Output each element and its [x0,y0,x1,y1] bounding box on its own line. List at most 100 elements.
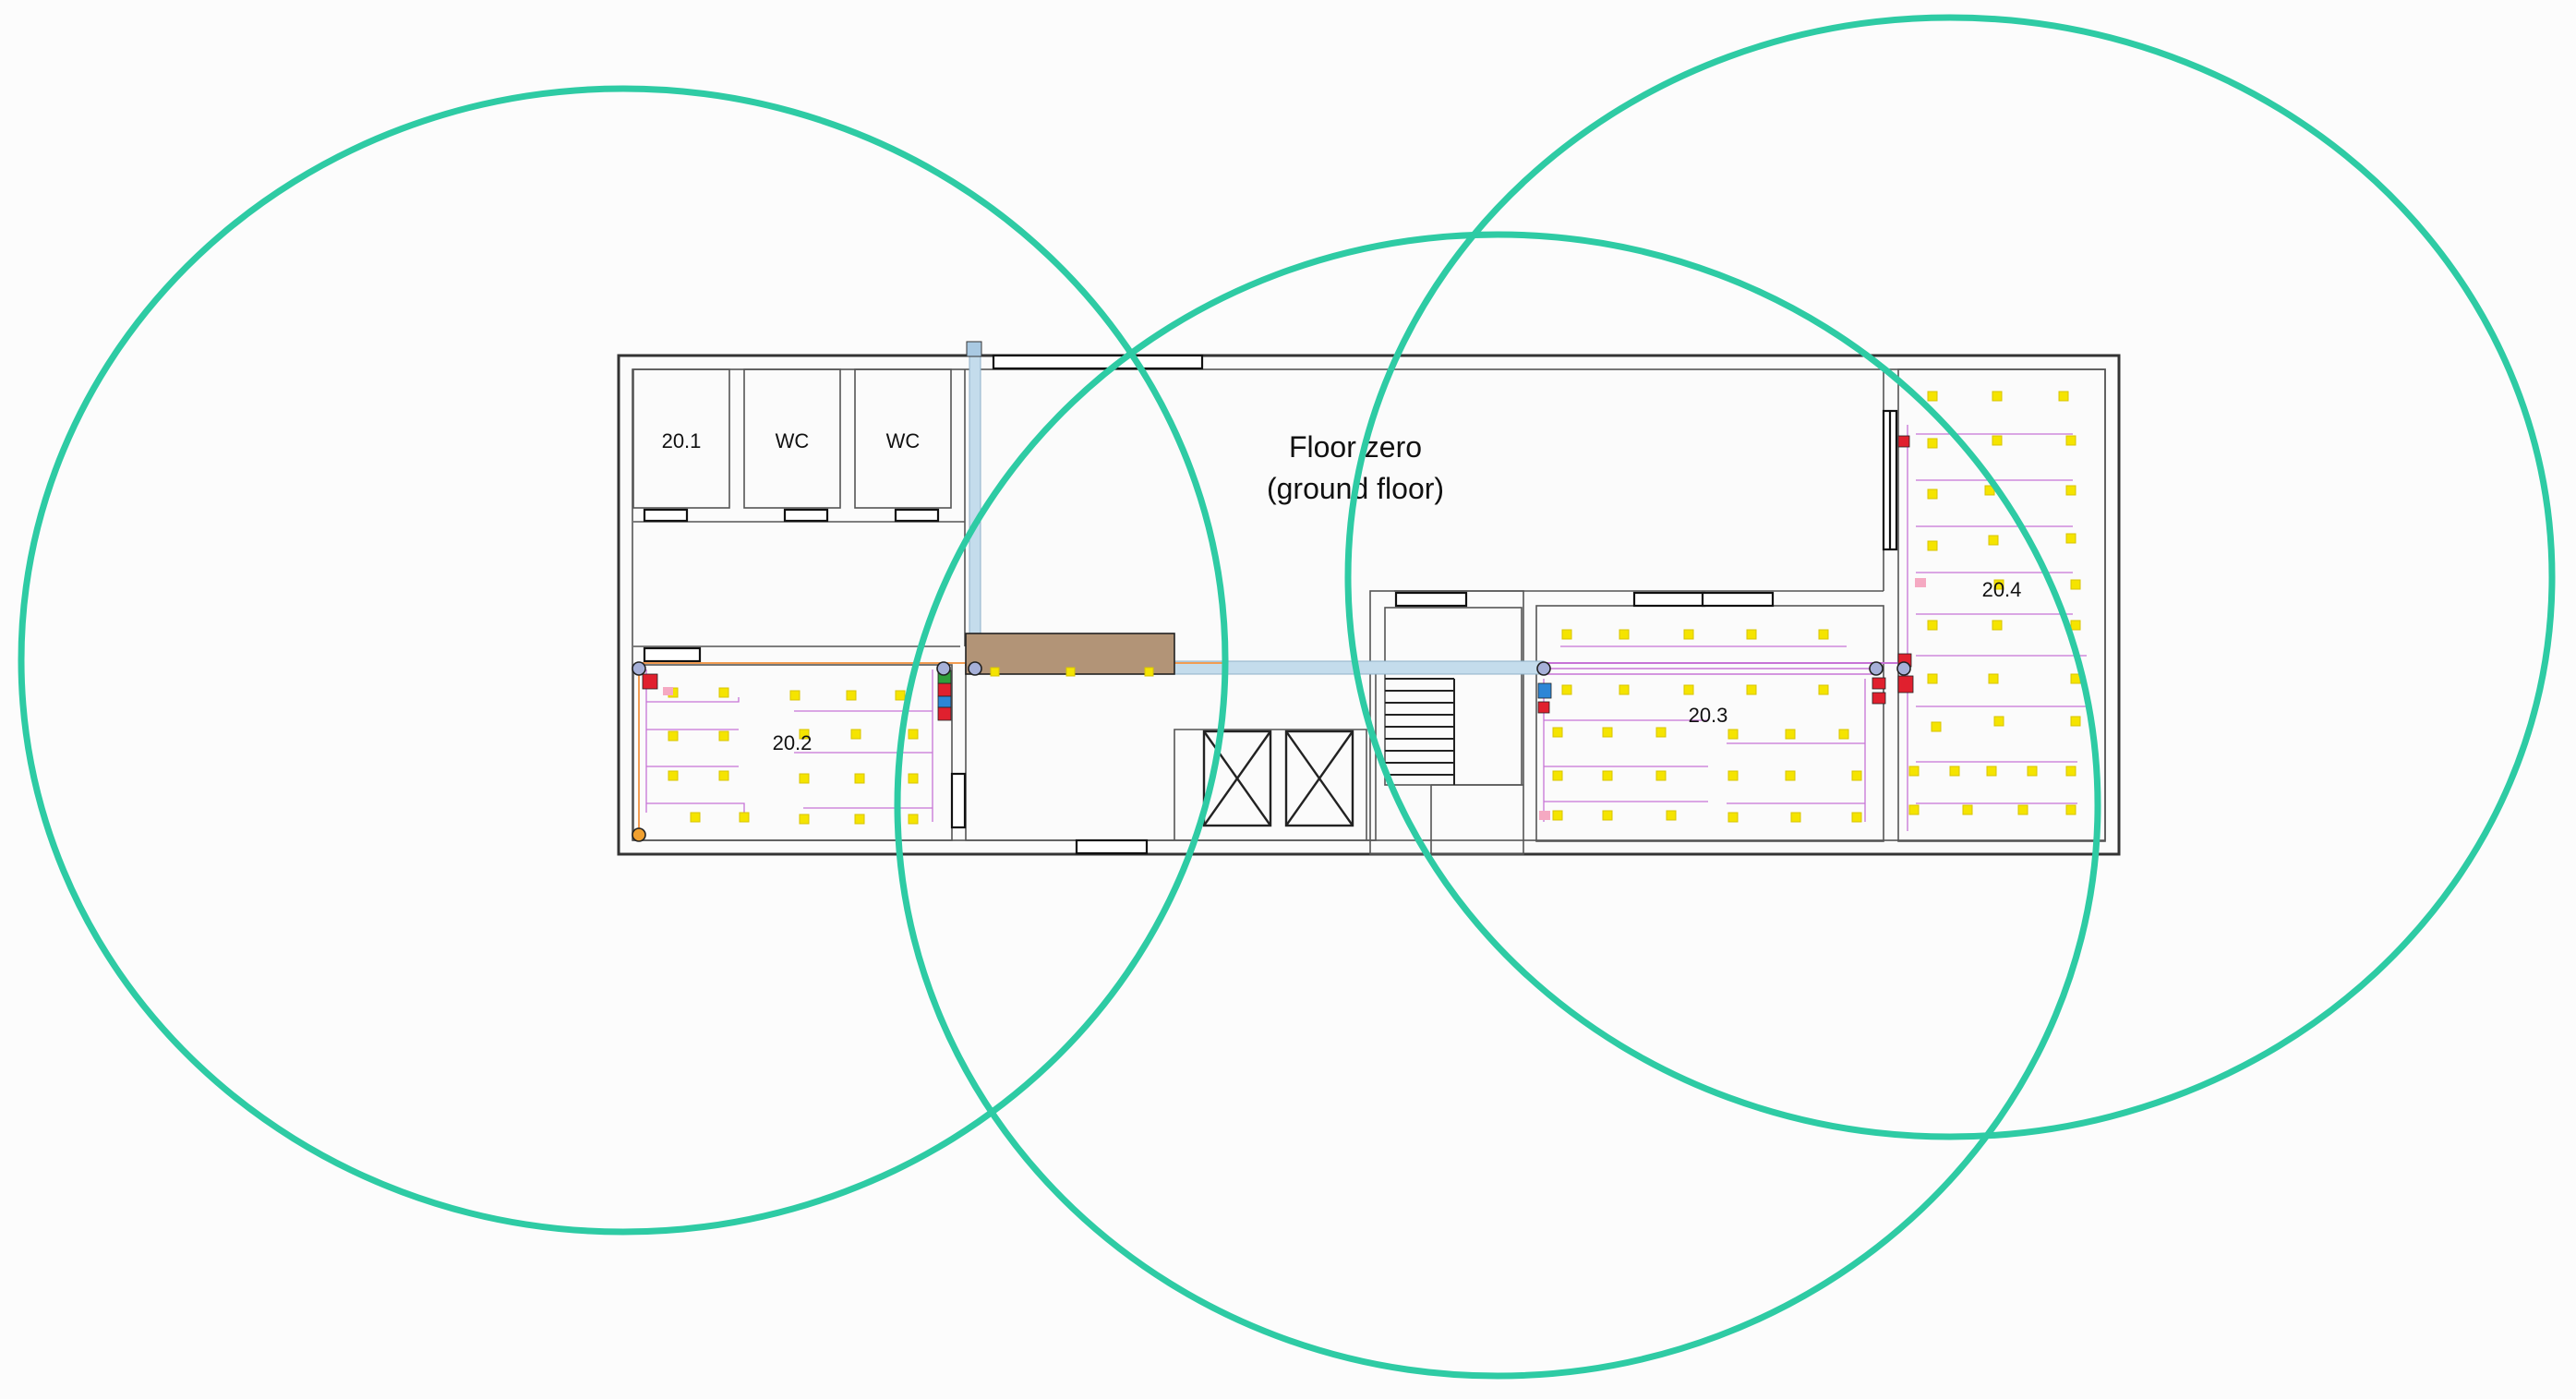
light-fixture [789,690,800,701]
light-fixture [1962,804,1973,815]
light-fixture [2065,435,2076,446]
light-fixture [1552,810,1563,821]
light-fixture [718,687,729,698]
light-fixture [1602,810,1613,821]
light-fixture [1992,620,2003,631]
junction [1869,661,1884,676]
room-label-20-4: 20.4 [1982,578,2022,601]
light-fixture [799,814,810,825]
light-fixture [908,814,919,825]
light-fixture [1727,729,1739,740]
light-fixture [1818,684,1829,695]
panel-red [1897,435,1910,448]
door-mid-bottom [1075,838,1149,855]
door-20-2-side [950,772,967,829]
light-fixture [2017,804,2028,815]
light-fixture [2065,766,2076,777]
light-fixture [1992,391,2003,402]
light-fixture [1552,727,1563,738]
junction [936,661,951,676]
room-label-20-3: 20.3 [1689,704,1728,727]
light-fixture [1619,629,1630,640]
door-wc-2 [894,508,940,523]
door-stair [1394,591,1468,608]
light-fixture [1927,391,1938,402]
light-fixture [2027,766,2038,777]
light-fixture [1727,812,1739,823]
light-fixture [1619,684,1630,695]
light-fixture [1683,684,1694,695]
light-fixture [1927,540,1938,551]
light-fixture [854,814,865,825]
light-fixture [799,773,810,784]
door-wc-1 [783,508,829,523]
light-fixture [2065,533,2076,544]
window-top [992,354,1204,370]
panel-blue [937,695,952,708]
junction [1536,661,1551,676]
light-fixture [1908,804,1920,815]
light-fixture [1927,673,1938,684]
light-fixture [1949,766,1960,777]
panel-red [937,706,952,721]
light-fixture [1602,727,1613,738]
light-fixture [2065,804,2076,815]
light-fixture [1838,729,1849,740]
light-fixture [668,730,679,742]
light-fixture [1927,438,1938,449]
light-fixture [895,690,906,701]
light-fixture [718,730,729,742]
panel-red [1872,677,1886,690]
light-fixture [2070,620,2081,631]
junction [632,661,646,676]
panel-red [1872,692,1886,705]
light-fixture [1561,629,1572,640]
light-fixture [1561,684,1572,695]
panel-red [1537,701,1550,714]
light-fixture [1746,684,1757,695]
light-fixture [1065,667,1076,677]
door-20-1 [643,508,689,523]
light-fixture [1785,770,1796,781]
light-fixture [2070,716,2081,727]
light-fixture [1144,667,1154,677]
light-fixture [1746,629,1757,640]
panel-red [1897,675,1914,693]
room-label-wc-2: WC [886,429,921,452]
light-fixture [1908,766,1920,777]
light-fixture [1655,727,1667,738]
light-fixture [2070,579,2081,590]
light-fixture [1552,770,1563,781]
light-fixture [739,812,750,823]
door-20-3-a [1632,591,1706,608]
junction [968,661,982,676]
pipe-vertical [969,345,981,666]
light-fixture [690,812,701,823]
light-fixture [1988,535,1999,546]
room-label-20-2: 20.2 [773,731,813,754]
light-fixture [850,729,861,740]
light-fixture [1986,766,1997,777]
light-fixture [668,770,679,781]
light-fixture [1988,673,1999,684]
panel-red [642,673,658,690]
light-fixture [1931,721,1942,732]
light-fixture [1993,716,2004,727]
room-label-wc-1: WC [776,429,810,452]
light-fixture [1927,620,1938,631]
light-fixture [1851,812,1862,823]
light-fixture [1727,770,1739,781]
junction-orange [632,827,646,842]
pipe-cap [966,341,982,357]
light-fixture [854,773,865,784]
light-fixture [718,770,729,781]
light-fixture [1818,629,1829,640]
light-fixture [1785,729,1796,740]
light-fixture [846,690,857,701]
light-fixture [1790,812,1801,823]
light-fixture [908,729,919,740]
room-label-20-1: 20.1 [662,429,702,452]
light-fixture [1602,770,1613,781]
door-20-3-b [1701,591,1775,608]
floor-plan-diagram: Floor zero (ground floor) 20.1 WC WC 20.… [18,14,2556,1380]
